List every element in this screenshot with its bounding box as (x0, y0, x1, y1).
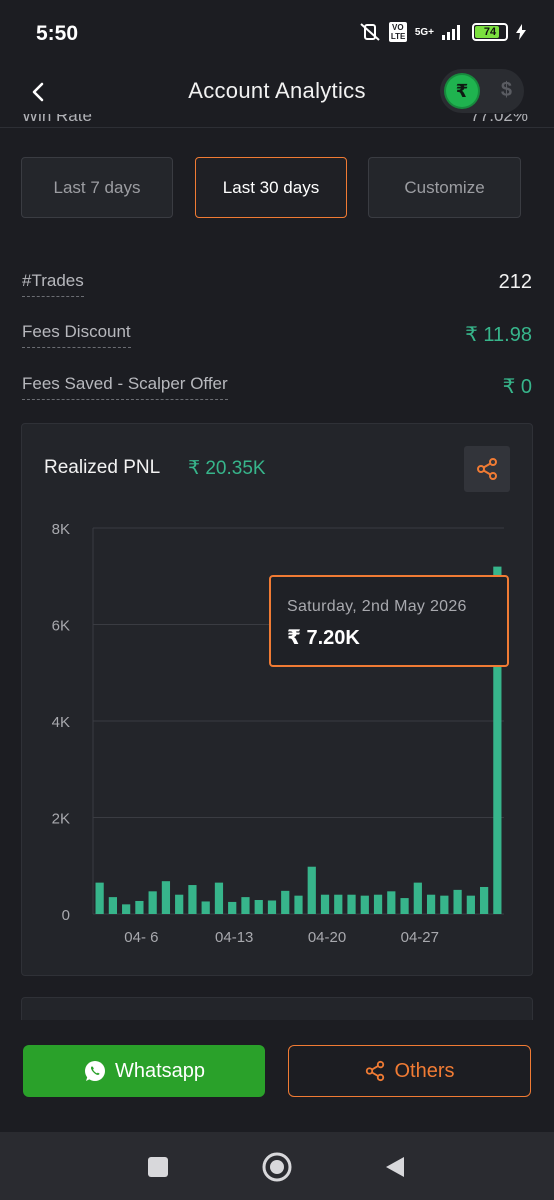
share-button[interactable] (464, 446, 510, 492)
pnl-bar (294, 895, 303, 914)
whatsapp-label: Whatsapp (114, 1059, 206, 1082)
pnl-bar (466, 895, 475, 914)
trades-label[interactable]: #Trades (22, 271, 84, 297)
pnl-bar (413, 882, 422, 914)
win-rate-value: 77.02% (470, 114, 528, 125)
pnl-title: Realized PNL (44, 457, 161, 478)
realized-pnl-card: 0 2K 4K 6K 8K 04- 6 04-13 04-20 04-27 Realized P… (21, 423, 533, 976)
tab-last-30-days[interactable]: Last 30 days (195, 157, 347, 218)
tooltip-date: Saturday, 2nd May 2026 (287, 598, 467, 615)
pnl-bar (135, 900, 144, 914)
battery-level: 74 (483, 26, 497, 38)
pnl-bar (188, 885, 197, 914)
x-tick-label: 04-13 (215, 929, 253, 946)
pnl-bar (228, 901, 237, 914)
tab-last-7-days[interactable]: Last 7 days (21, 157, 173, 218)
network-type: 5G+ (414, 26, 434, 38)
rupee-currency-option[interactable]: ₹ (446, 75, 478, 107)
pnl-bar (175, 894, 184, 914)
pnl-bar-chart[interactable]: 0 2K 4K 6K 8K 04- 6 04-13 04-20 04-27 (22, 424, 534, 977)
pnl-bar (122, 904, 131, 914)
chart-tooltip: Saturday, 2nd May 2026 ₹ 7.20K (269, 575, 509, 667)
tooltip-value: ₹ 7.20K (287, 627, 360, 649)
whatsapp-icon (84, 1061, 105, 1081)
fees-saved-value: ₹ 0 (502, 376, 532, 398)
trades-row: #Trades 212 (0, 271, 554, 305)
win-rate-label: Win Rate (22, 114, 92, 125)
share-footer: Whatsapp Others (0, 1020, 554, 1132)
back-nav-button[interactable] (380, 1152, 410, 1182)
pnl-bar (254, 900, 263, 914)
fees-saved-label[interactable]: Fees Saved - Scalper Offer (22, 374, 228, 400)
pnl-bar (214, 882, 224, 914)
fees-saved-row: Fees Saved - Scalper Offer ₹ 0 (0, 374, 554, 408)
period-tabs: Last 7 days Last 30 days Customize (21, 157, 521, 218)
whatsapp-button[interactable]: Whatsapp (23, 1045, 265, 1097)
pnl-bar (426, 894, 436, 914)
home-button[interactable] (261, 1151, 293, 1183)
charging-icon (516, 24, 526, 40)
battery-icon: 74 (472, 23, 508, 41)
pnl-bar (334, 894, 343, 914)
pnl-bar (241, 897, 250, 914)
pnl-value: ₹ 20.35K (188, 458, 266, 479)
share-icon (366, 1060, 385, 1082)
y-tick-label: 2K (52, 811, 70, 828)
x-tick-label: 04-20 (308, 929, 346, 946)
square-icon (148, 1157, 168, 1177)
pnl-bar (360, 895, 369, 914)
trades-value: 212 (498, 271, 532, 293)
pnl-bar (373, 894, 383, 914)
pnl-bar (480, 886, 489, 914)
status-time: 5:50 (36, 22, 79, 45)
pnl-bar (267, 900, 277, 914)
mute-vibrate-icon (360, 23, 380, 41)
status-bar: 5:50 VO LTE 5G+ 74 (0, 0, 554, 64)
scrolled-stat-row: Win Rate 77.02% (0, 114, 554, 128)
status-icons: VO LTE 5G+ 74 (359, 22, 526, 42)
pnl-bar (281, 890, 290, 914)
circle-home-icon (262, 1152, 292, 1182)
pnl-bar (400, 898, 409, 914)
pnl-bar (201, 901, 210, 914)
signal-icon (442, 25, 460, 40)
pnl-bar (453, 889, 462, 914)
fees-discount-label[interactable]: Fees Discount (22, 322, 131, 348)
pnl-bar (108, 897, 117, 914)
pnl-bar (148, 891, 157, 914)
fees-discount-value: ₹ 11.98 (465, 324, 532, 346)
y-tick-label: 0 (62, 907, 70, 924)
share-icon (477, 458, 497, 480)
system-nav-bar (0, 1132, 554, 1200)
fees-discount-row: Fees Discount ₹ 11.98 (0, 322, 554, 356)
recents-button[interactable] (143, 1152, 173, 1182)
y-tick-label: 4K (52, 714, 70, 731)
currency-toggle[interactable]: ₹ $ (440, 69, 524, 113)
pnl-bar (440, 895, 449, 914)
x-tick-label: 04-27 (401, 929, 439, 946)
y-tick-label: 8K (52, 521, 70, 538)
pnl-bar (161, 881, 171, 914)
x-tick-label: 04- 6 (124, 929, 158, 946)
volte-badge: VO LTE (388, 22, 407, 42)
pnl-bar (307, 866, 316, 914)
tab-customize[interactable]: Customize (368, 157, 521, 218)
pnl-bar (320, 894, 330, 914)
triangle-back-icon (386, 1157, 404, 1177)
pnl-bar (95, 882, 104, 914)
pnl-bar (347, 894, 356, 914)
others-share-button[interactable]: Others (288, 1045, 531, 1097)
others-label: Others (394, 1059, 455, 1082)
pnl-bar (387, 891, 396, 914)
dollar-currency-option[interactable]: $ (501, 79, 512, 102)
y-tick-label: 6K (52, 618, 70, 635)
